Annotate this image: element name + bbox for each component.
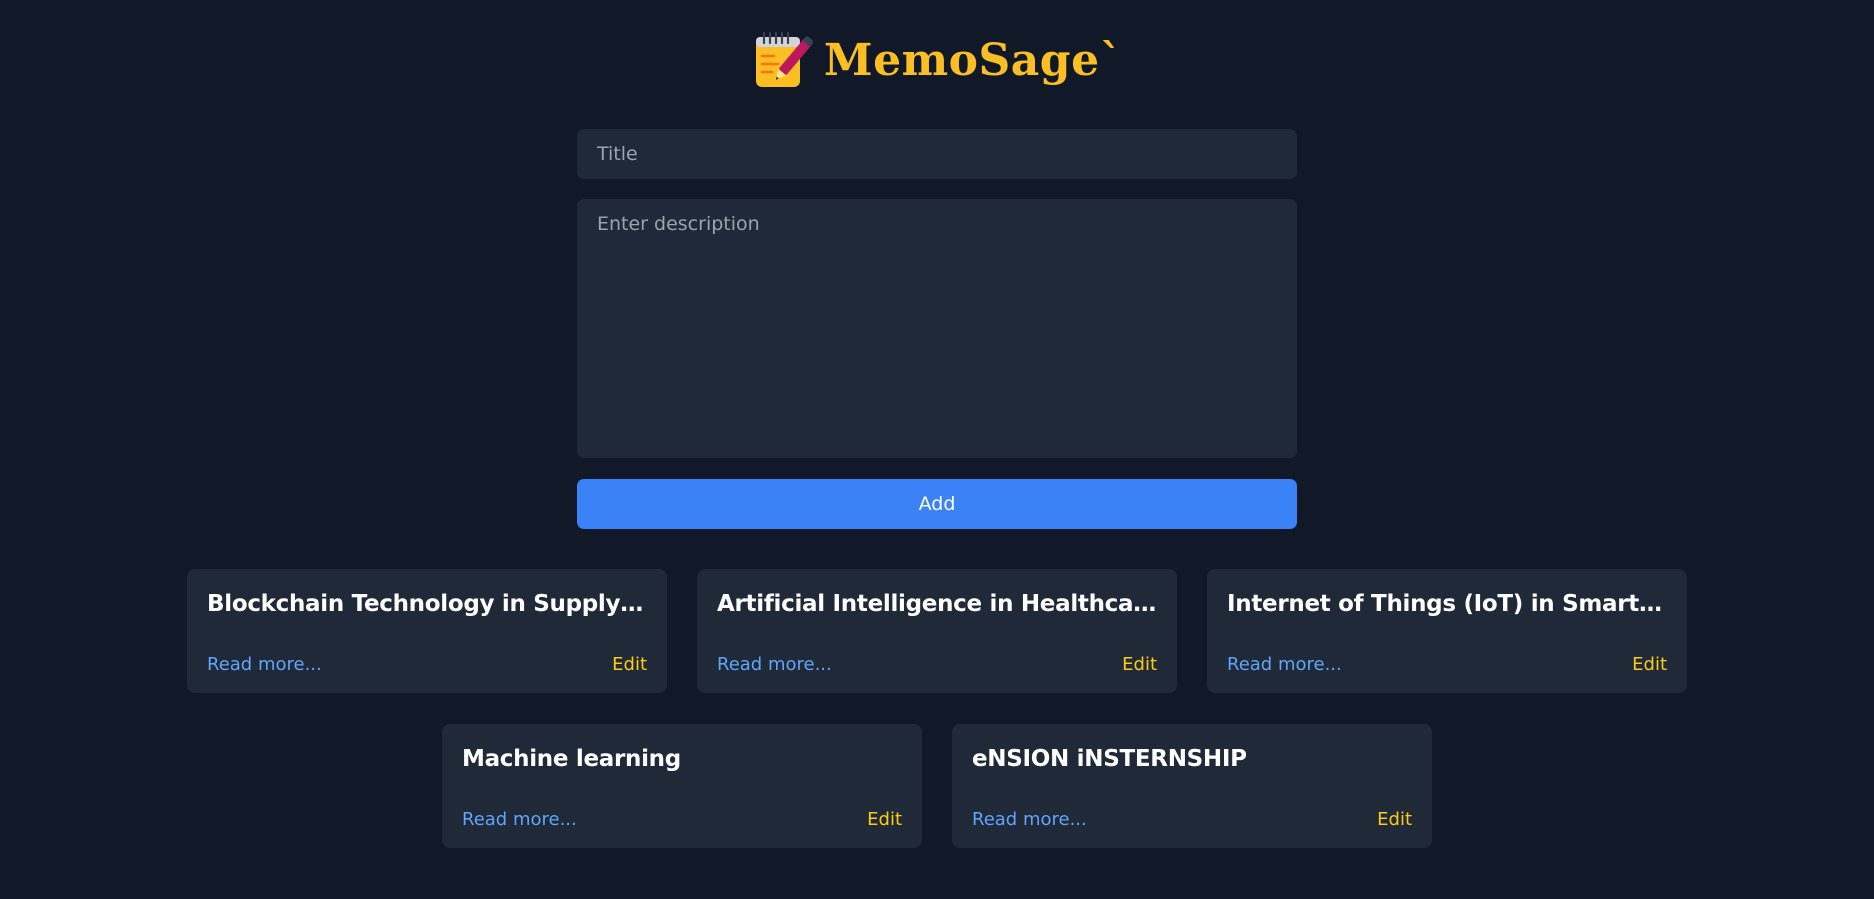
edit-button[interactable]: Edit (1122, 654, 1157, 675)
app-page: MemoSage` Add Blockchain Technology in S… (0, 0, 1874, 899)
read-more-link[interactable]: Read more... (972, 809, 1087, 830)
note-title: Internet of Things (IoT) in Smart Cities (1227, 591, 1667, 617)
read-more-link[interactable]: Read more... (1227, 654, 1342, 675)
title-input[interactable] (577, 129, 1297, 179)
note-actions: Read more... Edit (717, 654, 1157, 675)
read-more-link[interactable]: Read more... (717, 654, 832, 675)
note-actions: Read more... Edit (1227, 654, 1667, 675)
app-title: MemoSage` (823, 34, 1123, 86)
note-actions: Read more... Edit (972, 809, 1412, 830)
note-card: Internet of Things (IoT) in Smart Cities… (1207, 569, 1687, 693)
edit-button[interactable]: Edit (612, 654, 647, 675)
app-header: MemoSage` (0, 28, 1874, 92)
note-actions: Read more... Edit (207, 654, 647, 675)
note-card: Artificial Intelligence in Healthcare Re… (697, 569, 1177, 693)
note-card: eNSION iNSTERNSHIP Read more... Edit (952, 724, 1432, 848)
edit-button[interactable]: Edit (867, 809, 902, 830)
edit-button[interactable]: Edit (1632, 654, 1667, 675)
description-input[interactable] (577, 199, 1297, 458)
memo-pencil-icon (752, 29, 814, 91)
note-title: Blockchain Technology in Supply Chain Ma… (207, 591, 647, 617)
read-more-link[interactable]: Read more... (207, 654, 322, 675)
add-button[interactable]: Add (577, 479, 1297, 529)
note-title: Machine learning (462, 746, 681, 772)
note-card: Machine learning Read more... Edit (442, 724, 922, 848)
notes-grid: Blockchain Technology in Supply Chain Ma… (0, 569, 1874, 848)
read-more-link[interactable]: Read more... (462, 809, 577, 830)
note-form: Add (577, 129, 1297, 529)
note-actions: Read more... Edit (462, 809, 902, 830)
edit-button[interactable]: Edit (1377, 809, 1412, 830)
note-title: Artificial Intelligence in Healthcare (717, 591, 1157, 617)
note-title: eNSION iNSTERNSHIP (972, 746, 1247, 772)
note-card: Blockchain Technology in Supply Chain Ma… (187, 569, 667, 693)
logo: MemoSage` (752, 29, 1122, 91)
